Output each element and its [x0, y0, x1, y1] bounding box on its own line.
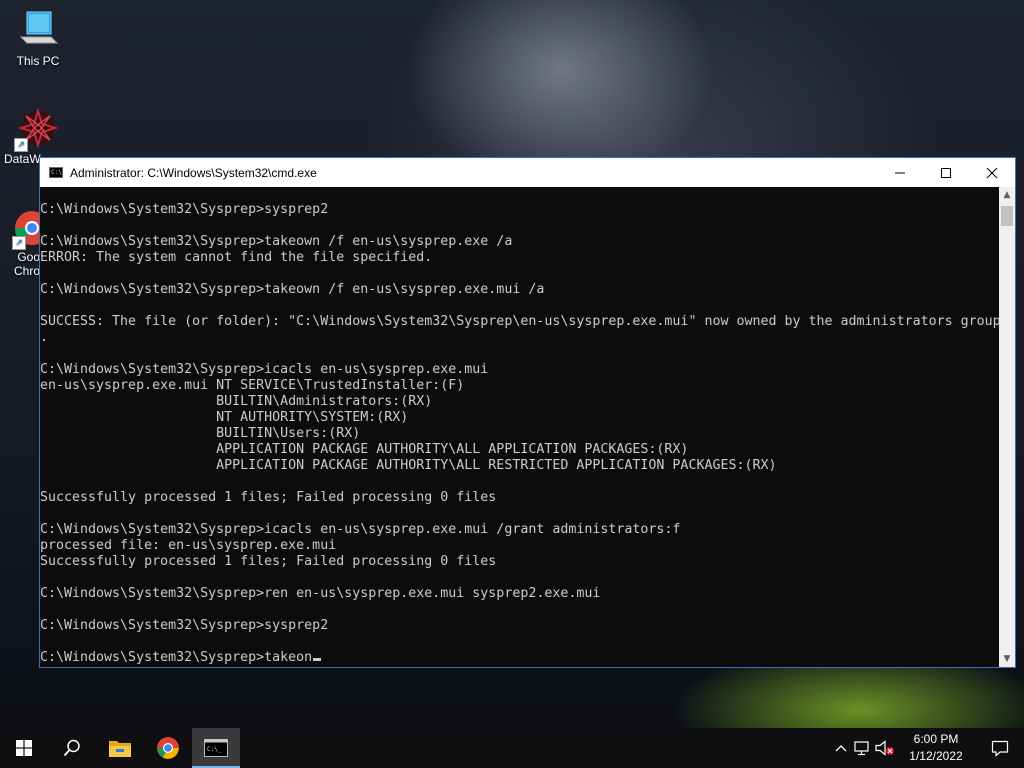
current-command: C:\Windows\System32\Sysprep>takeon	[40, 650, 313, 665]
console-line: APPLICATION PACKAGE AUTHORITY\ALL RESTRI…	[40, 458, 777, 473]
console-input-line[interactable]: C:\Windows\System32\Sysprep>takeon	[40, 650, 999, 666]
shortcut-arrow-icon: ↗	[14, 138, 28, 152]
console-line: C:\Windows\System32\Sysprep>icacls en-us…	[40, 362, 489, 377]
minimize-icon	[895, 172, 905, 173]
close-button[interactable]	[969, 158, 1015, 187]
console-line: C:\Windows\System32\Sysprep>takeown /f e…	[40, 234, 513, 249]
console-line: C:\Windows\System32\Sysprep>sysprep2	[40, 618, 329, 633]
chrome-icon: ↗	[0, 206, 49, 250]
desktop-icon-chrome[interactable]: ↗ Goo Chro	[0, 206, 49, 278]
console-line: Successfully processed 1 files; Failed p…	[40, 554, 497, 569]
action-center-button[interactable]	[976, 728, 1024, 768]
clock-time: 6:00 PM	[913, 732, 959, 746]
console-line: NT AUTHORITY\SYSTEM:(RX)	[40, 410, 409, 425]
console-line: BUILTIN\Users:(RX)	[40, 426, 361, 441]
title-bar[interactable]: C:\ Administrator: C:\Windows\System32\c…	[40, 158, 1015, 187]
maximize-icon	[941, 167, 951, 178]
clock-date: 1/12/2022	[909, 749, 963, 763]
cmd-taskbar-button[interactable]: C:\_	[192, 728, 240, 768]
console-line: en-us\sysprep.exe.mui NT SERVICE\Trusted…	[40, 378, 465, 393]
datawrapper-icon: ↗	[14, 107, 60, 152]
desktop-icon-this-pc[interactable]: This PC	[0, 10, 76, 68]
console-line: processed file: en-us\sysprep.exe.mui	[40, 538, 337, 553]
this-pc-icon	[16, 10, 60, 50]
search-icon	[63, 739, 80, 757]
volume-muted-icon[interactable]	[874, 728, 896, 768]
minimize-button[interactable]	[877, 158, 923, 187]
desktop-icon-label: This PC	[16, 54, 60, 68]
console-line: Successfully processed 1 files; Failed p…	[40, 490, 497, 505]
console-output[interactable]: C:\Windows\System32\Sysprep>sysprep2 C:\W…	[40, 187, 999, 667]
text-cursor	[313, 658, 322, 661]
shortcut-arrow-icon: ↗	[12, 236, 26, 250]
console-line: C:\Windows\System32\Sysprep>ren en-us\sy…	[40, 586, 601, 601]
cmd-icon: C:\	[49, 167, 63, 178]
cmd-window[interactable]: C:\ Administrator: C:\Windows\System32\c…	[39, 157, 1016, 668]
console-line: SUCCESS: The file (or folder): "C:\Windo…	[40, 314, 999, 329]
chrome-icon	[157, 737, 179, 759]
start-button[interactable]	[0, 728, 48, 768]
console-line: C:\Windows\System32\Sysprep>takeown /f e…	[40, 282, 545, 297]
clock[interactable]: 6:00 PM 1/12/2022	[896, 731, 976, 765]
vertical-scrollbar[interactable]: ▲ ▼	[999, 187, 1015, 667]
chrome-taskbar-button[interactable]	[144, 728, 192, 768]
scroll-up-arrow-icon[interactable]: ▲	[999, 187, 1015, 203]
console-line: .	[40, 330, 49, 345]
console-line: C:\Windows\System32\Sysprep>sysprep2	[40, 202, 329, 217]
maximize-button[interactable]	[923, 158, 969, 187]
system-tray: 6:00 PM 1/12/2022	[830, 728, 1024, 768]
console-line: BUILTIN\Administrators:(RX)	[40, 394, 433, 409]
svg-text:C:\_: C:\_	[207, 746, 222, 753]
search-button[interactable]	[48, 728, 96, 768]
start-icon	[16, 740, 32, 756]
console-line: ERROR: The system cannot find the file s…	[40, 250, 433, 265]
scroll-thumb[interactable]	[1001, 206, 1013, 226]
show-hidden-icons-chevron-icon[interactable]	[830, 728, 852, 768]
network-icon[interactable]	[852, 728, 874, 768]
taskbar: C:\_ 6:00 PM 1/12/2022	[0, 728, 1024, 768]
cmd-icon: C:\_	[204, 739, 228, 757]
notification-icon	[991, 740, 1009, 757]
desktop-icon-label: Goo Chro	[13, 250, 40, 278]
window-title: Administrator: C:\Windows\System32\cmd.e…	[70, 165, 317, 180]
console-line: C:\Windows\System32\Sysprep>icacls en-us…	[40, 522, 681, 537]
close-icon	[986, 167, 998, 178]
scroll-down-arrow-icon[interactable]: ▼	[999, 651, 1015, 667]
file-explorer-icon	[109, 741, 131, 757]
file-explorer-button[interactable]	[96, 728, 144, 768]
console-line: APPLICATION PACKAGE AUTHORITY\ALL APPLIC…	[40, 442, 689, 457]
